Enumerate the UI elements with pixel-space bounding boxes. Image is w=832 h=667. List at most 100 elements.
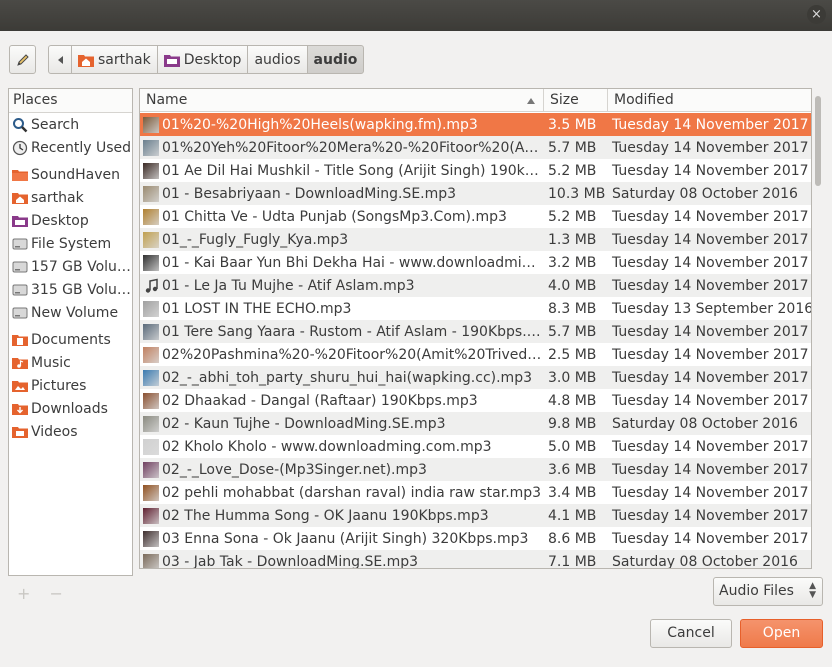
file-row[interactable]: 01 - Besabriyaan - DownloadMing.SE.mp3 10… xyxy=(140,182,811,205)
file-row[interactable]: 01 Tere Sang Yaara - Rustom - Atif Aslam… xyxy=(140,320,811,343)
file-type-filter[interactable]: Audio Files ▲ ▼ xyxy=(713,577,823,606)
file-size: 1.3 MB xyxy=(548,231,597,248)
file-name: 02 - Kaun Tujhe - DownloadMing.SE.mp3 xyxy=(162,415,446,432)
type-location-button[interactable] xyxy=(9,45,36,74)
file-row[interactable]: 02 The Humma Song - OK Jaanu 190Kbps.mp3… xyxy=(140,504,811,527)
file-modified: Tuesday 14 November 2017 xyxy=(612,323,809,340)
scroll-thumb[interactable] xyxy=(815,96,821,186)
album-art-thumbnail xyxy=(143,346,159,363)
file-name: 01 - Le Ja Tu Mujhe - Atif Aslam.mp3 xyxy=(162,277,415,294)
sidebar-item-label: 315 GB Volu… xyxy=(31,281,131,298)
pencil-icon xyxy=(17,54,29,66)
file-row[interactable]: 02 Kholo Kholo - www.downloadming.com.mp… xyxy=(140,435,811,458)
path-bar: sarthak Desktop audios audio xyxy=(48,45,365,74)
file-row[interactable]: 01 Ae Dil Hai Mushkil - Title Song (Arij… xyxy=(140,159,811,182)
file-size: 8.3 MB xyxy=(548,300,597,317)
sidebar-item-pictures[interactable]: Pictures xyxy=(9,374,132,397)
file-size: 7.1 MB xyxy=(548,553,597,569)
sidebar-item-label: SoundHaven xyxy=(31,166,120,183)
sidebar-item-label: sarthak xyxy=(31,189,84,206)
file-list-scrollbar[interactable] xyxy=(812,88,824,569)
path-back-button[interactable] xyxy=(48,45,72,74)
column-header-name[interactable]: Name xyxy=(140,89,544,112)
file-name: 01 Ae Dil Hai Mushkil - Title Song (Arij… xyxy=(162,162,543,179)
file-row[interactable]: 03 Enna Sona - Ok Jaanu (Arijit Singh) 3… xyxy=(140,527,811,550)
file-modified: Tuesday 14 November 2017 xyxy=(612,231,809,248)
file-name-cell: 01 - Kai Baar Yun Bhi Dekha Hai - www.do… xyxy=(140,254,543,271)
file-modified: Tuesday 14 November 2017 xyxy=(612,484,809,501)
file-row[interactable]: 03 - Jab Tak - DownloadMing.SE.mp3 7.1 MB… xyxy=(140,550,811,569)
sidebar-item-label: Documents xyxy=(31,331,111,348)
column-header-size[interactable]: Size xyxy=(544,89,608,112)
file-row[interactable]: 02_-_abhi_toh_party_shuru_hui_hai(wapkin… xyxy=(140,366,811,389)
file-name: 02_-_Love_Dose-(Mp3Singer.net).mp3 xyxy=(162,461,427,478)
album-art-thumbnail xyxy=(143,484,159,501)
file-size: 3.5 MB xyxy=(548,116,597,133)
sidebar-item-sarthak[interactable]: sarthak xyxy=(9,186,132,209)
file-modified: Tuesday 14 November 2017 xyxy=(612,208,809,225)
drive-icon xyxy=(12,236,28,252)
close-icon[interactable]: × xyxy=(807,5,826,24)
cancel-button[interactable]: Cancel xyxy=(650,619,732,648)
file-name: 03 Enna Sona - Ok Jaanu (Arijit Singh) 3… xyxy=(162,530,529,547)
home-folder-icon xyxy=(78,53,94,67)
file-row[interactable]: 01 Chitta Ve - Udta Punjab (SongsMp3.Com… xyxy=(140,205,811,228)
file-name-cell: 03 - Jab Tak - DownloadMing.SE.mp3 xyxy=(140,553,543,568)
sidebar-item-label: Music xyxy=(31,354,71,371)
album-art-thumbnail xyxy=(143,415,159,432)
sidebar-item-music[interactable]: Music xyxy=(9,351,132,374)
remove-bookmark-button[interactable]: − xyxy=(50,584,63,603)
documents-folder-icon xyxy=(12,332,28,348)
file-row[interactable]: 02%20Pashmina%20-%20Fitoor%20(Amit%20Tri… xyxy=(140,343,811,366)
file-row[interactable]: 02 - Kaun Tujhe - DownloadMing.SE.mp3 9.8… xyxy=(140,412,811,435)
file-modified: Tuesday 14 November 2017 xyxy=(612,139,809,156)
path-item-label: audio xyxy=(313,51,358,68)
file-row[interactable]: 01 LOST IN THE ECHO.mp3 8.3 MB Tuesday 13 … xyxy=(140,297,811,320)
file-row[interactable]: 01 - Le Ja Tu Mujhe - Atif Aslam.mp3 4.0 … xyxy=(140,274,811,297)
file-row[interactable]: 01_-_Fugly_Fugly_Kya.mp3 1.3 MB Tuesday 14… xyxy=(140,228,811,251)
sidebar-item-soundhaven[interactable]: SoundHaven xyxy=(9,163,132,186)
file-size: 5.7 MB xyxy=(548,323,597,340)
drive-icon xyxy=(12,282,28,298)
updown-arrows-icon: ▲ ▼ xyxy=(809,581,816,600)
file-name-cell: 02_-_abhi_toh_party_shuru_hui_hai(wapkin… xyxy=(140,369,543,386)
file-row[interactable]: 02_-_Love_Dose-(Mp3Singer.net).mp3 3.6 MB… xyxy=(140,458,811,481)
add-bookmark-button[interactable]: + xyxy=(17,584,30,603)
column-header-label: Size xyxy=(550,92,579,108)
file-name: 01 LOST IN THE ECHO.mp3 xyxy=(162,300,352,317)
file-name-cell: 01 - Le Ja Tu Mujhe - Atif Aslam.mp3 xyxy=(140,278,543,294)
file-row[interactable]: 02 Dhaakad - Dangal (Raftaar) 190Kbps.mp… xyxy=(140,389,811,412)
folder-icon xyxy=(12,167,28,183)
file-name-cell: 02_-_Love_Dose-(Mp3Singer.net).mp3 xyxy=(140,461,543,478)
sidebar-item-volume-157[interactable]: 157 GB Volu… xyxy=(9,255,132,278)
file-name: 01 - Besabriyaan - DownloadMing.SE.mp3 xyxy=(162,185,457,202)
column-header-modified[interactable]: Modified xyxy=(608,89,811,112)
album-art-thumbnail xyxy=(143,553,159,568)
sidebar-item-documents[interactable]: Documents xyxy=(9,328,132,351)
drive-icon xyxy=(12,305,28,321)
sidebar-item-search[interactable]: Search xyxy=(9,113,132,136)
file-row[interactable]: 01 - Kai Baar Yun Bhi Dekha Hai - www.do… xyxy=(140,251,811,274)
file-size: 4.8 MB xyxy=(548,392,597,409)
path-item-desktop[interactable]: Desktop xyxy=(156,45,249,74)
file-row[interactable]: 01%20Yeh%20Fitoor%20Mera%20-%20Fitoor%20… xyxy=(140,136,811,159)
file-row[interactable]: 01%20-%20High%20Heels(wapking.fm).mp3 3.5… xyxy=(140,113,811,136)
open-button[interactable]: Open xyxy=(740,619,823,648)
clock-icon xyxy=(12,140,28,156)
sidebar-item-videos[interactable]: Videos xyxy=(9,420,132,443)
sidebar-item-file-system[interactable]: File System xyxy=(9,232,132,255)
sidebar-item-desktop[interactable]: Desktop xyxy=(9,209,132,232)
file-row[interactable]: 02 pehli mohabbat (darshan raval) india … xyxy=(140,481,811,504)
sidebar-item-downloads[interactable]: Downloads xyxy=(9,397,132,420)
filter-selected-value: Audio Files xyxy=(719,583,794,599)
sidebar-item-volume-315[interactable]: 315 GB Volu… xyxy=(9,278,132,301)
sidebar-item-label: Desktop xyxy=(31,212,89,229)
sidebar-item-recently-used[interactable]: Recently Used xyxy=(9,136,132,159)
file-size: 4.0 MB xyxy=(548,277,597,294)
file-modified: Tuesday 14 November 2017 xyxy=(612,346,809,363)
sidebar-item-new-volume[interactable]: New Volume xyxy=(9,301,132,324)
path-item-home[interactable]: sarthak xyxy=(71,45,158,74)
path-item-audio[interactable]: audio xyxy=(306,45,365,74)
path-item-audios[interactable]: audios xyxy=(247,45,308,74)
file-name-cell: 01 - Besabriyaan - DownloadMing.SE.mp3 xyxy=(140,185,543,202)
